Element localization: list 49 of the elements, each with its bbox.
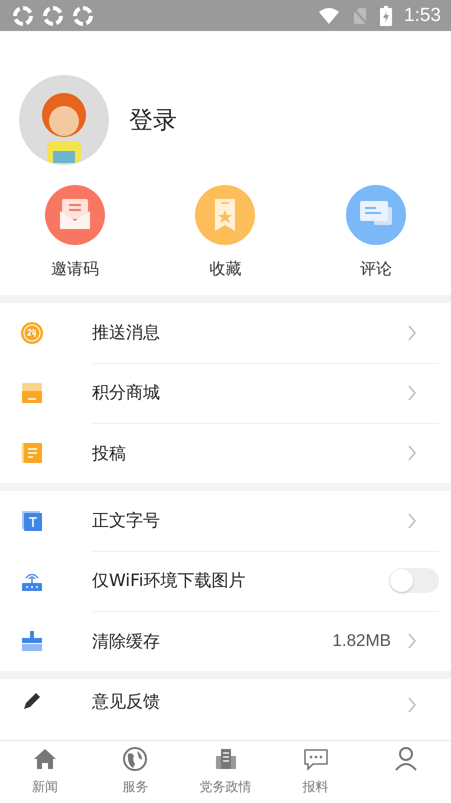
chevron-right-icon [407, 512, 417, 528]
broom-icon [20, 629, 44, 653]
status-time: 1:53 [404, 4, 441, 26]
menu-label: 清除缓存 [92, 630, 161, 652]
home-icon [32, 746, 58, 772]
chevron-right-icon [407, 633, 417, 649]
menu-item[interactable]: 投稿 [0, 423, 451, 483]
quick-action-button[interactable]: 收藏 [175, 185, 276, 295]
action-icon [195, 185, 256, 245]
nav-tab[interactable]: 新闻 [0, 741, 90, 803]
person-icon [392, 746, 419, 772]
chat-icon [302, 746, 329, 772]
menu-item[interactable]: 清除缓存 1.82MB [0, 611, 451, 671]
menu-label: 推送消息 [92, 322, 161, 344]
sync-icon [73, 6, 93, 26]
nav-tab[interactable]: 服务 [90, 741, 180, 803]
battery-icon [380, 6, 392, 26]
toggle-switch[interactable] [389, 568, 439, 593]
login-link[interactable]: 登录 [129, 104, 177, 136]
chevron-right-icon [407, 324, 417, 340]
chevron-right-icon [407, 384, 417, 400]
menu-label: 积分商城 [92, 382, 161, 404]
sync-icon [43, 6, 63, 26]
menu-item[interactable]: 推送消息 [0, 303, 451, 363]
document-icon [20, 441, 44, 465]
sim-icon [352, 6, 368, 24]
wifi-icon [318, 6, 340, 24]
quick-action-button[interactable]: 邀请码 [25, 185, 126, 295]
menu-label: 投稿 [92, 442, 127, 464]
menu-item[interactable]: 意见反馈 [0, 679, 451, 715]
nav-tab[interactable]: 党务政情 [180, 741, 271, 803]
sync-icon [13, 6, 33, 26]
globe-icon [122, 746, 148, 772]
cache-size: 1.82MB [332, 631, 391, 651]
chevron-right-icon [407, 445, 417, 461]
nav-tab[interactable]: 报料 [270, 741, 361, 803]
quick-action-button[interactable]: 评论 [326, 185, 426, 295]
shop-icon [20, 381, 44, 405]
menu-item[interactable]: 仅WiFi环境下载图片 [0, 551, 451, 611]
action-icon [346, 185, 406, 245]
clock-badge-icon [20, 321, 44, 345]
text-size-icon [20, 509, 44, 533]
menu-label: 仅WiFi环境下载图片 [92, 570, 246, 592]
menu-label: 正文字号 [92, 510, 161, 532]
menu-item[interactable]: 正文字号 [0, 491, 451, 551]
menu-label: 意见反馈 [92, 691, 161, 713]
action-icon [45, 185, 106, 245]
chevron-right-icon [407, 697, 417, 713]
menu-item[interactable]: 积分商城 [0, 363, 451, 423]
